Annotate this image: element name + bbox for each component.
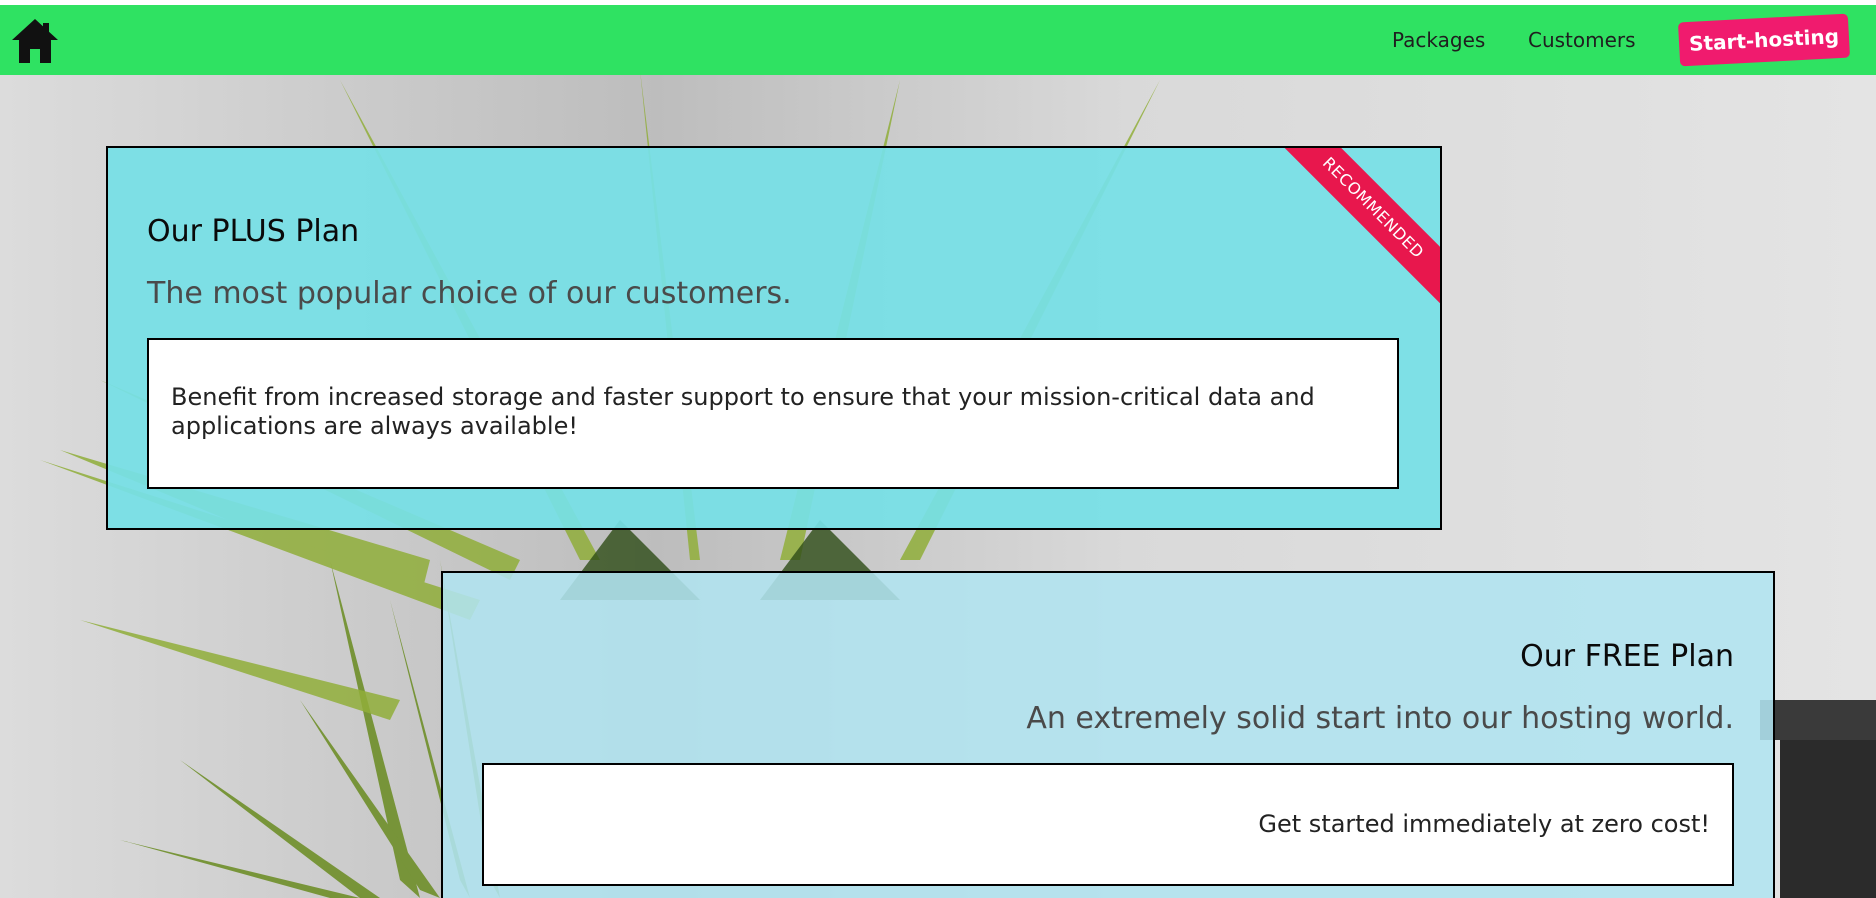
nav-link-packages[interactable]: Packages [1392,5,1485,75]
plus-plan-subtitle: The most popular choice of our customers… [147,276,792,311]
free-plan-subtitle: An extremely solid start into our hostin… [1026,701,1734,736]
recommended-ribbon: RECOMMENDED [1260,148,1440,328]
plus-plan-title: Our PLUS Plan [147,214,360,249]
home-icon[interactable] [10,15,60,65]
start-hosting-button[interactable]: Start-hosting [1677,13,1851,67]
free-plan-title: Our FREE Plan [1520,639,1734,674]
free-plan-card: Our FREE Plan An extremely solid start i… [441,571,1775,898]
recommended-ribbon-label: RECOMMENDED [1270,148,1440,311]
free-plan-description: Get started immediately at zero cost! [482,763,1734,886]
nav-link-customers[interactable]: Customers [1528,5,1636,75]
plus-plan-card: Our PLUS Plan The most popular choice of… [106,146,1442,530]
top-nav-bar: Packages Customers Start-hosting [0,5,1876,75]
plus-plan-description: Benefit from increased storage and faste… [147,338,1399,489]
